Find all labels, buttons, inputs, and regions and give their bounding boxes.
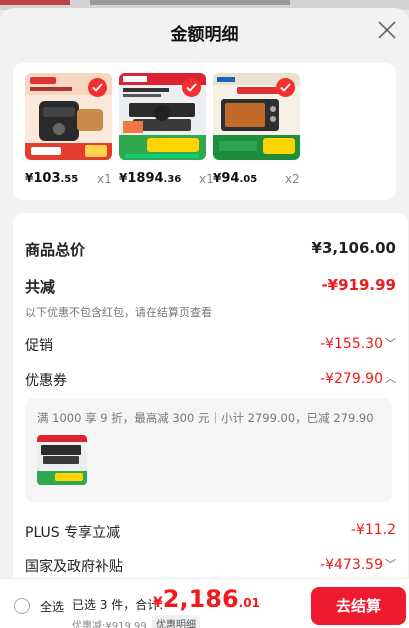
chevron-down-icon: ﹀ — [385, 558, 396, 571]
checkout-bar: 全选 已选 3 件，合计: ¥2,186.01 优惠减:¥919.99 优惠明细… — [0, 578, 409, 628]
product-list: ¥103.55 x1 ¥1894.36 x1 ¥94.05 x2 — [13, 63, 396, 200]
select-all-radio[interactable] — [14, 598, 30, 614]
promo-label: 促销 — [25, 338, 53, 354]
range-hood-product-image — [119, 73, 206, 160]
goods-total-value: ¥3,106.00 — [311, 239, 396, 257]
coupon-value: -¥279.90 ︿ — [320, 371, 396, 387]
discount-detail-button[interactable]: 优惠明细 — [152, 615, 200, 628]
selected-check-icon[interactable] — [276, 78, 295, 97]
product-quantity: x1 — [97, 172, 112, 186]
select-all-label[interactable]: 全选 — [40, 598, 64, 615]
product-item[interactable]: ¥94.05 x2 — [213, 73, 301, 186]
chevron-down-icon: ﹀ — [385, 337, 396, 350]
total-discount-value: -¥919.99 — [321, 276, 396, 294]
selected-check-icon[interactable] — [88, 78, 107, 97]
plus-discount-value: -¥11.2 — [350, 522, 396, 538]
chevron-up-icon: ︿ — [385, 372, 396, 385]
total-discount-label: 共减 — [25, 278, 56, 296]
price-summary: 商品总价 ¥3,106.00 共减 -¥919.99 以下优惠不包含红包，请在结… — [13, 213, 408, 585]
checkout-button[interactable]: 去结算 — [311, 587, 406, 625]
background-strip — [90, 0, 290, 5]
air-fryer-product-image — [25, 73, 112, 160]
background-strip — [0, 0, 70, 5]
product-item[interactable]: ¥1894.36 x1 — [119, 73, 214, 186]
product-quantity: x1 — [199, 172, 214, 186]
coupon-detail-text: 满 1000 享 9 折，最高减 300 元｜小计 2799.00，已减 279… — [37, 411, 374, 425]
page-title: 金额明细 — [170, 25, 239, 45]
sheet-header: 金额明细 — [0, 8, 409, 54]
plus-discount-label: PLUS 专享立减 — [25, 525, 121, 541]
goods-total-label: 商品总价 — [25, 241, 86, 259]
product-price: ¥103.55 — [25, 171, 79, 186]
product-price: ¥94.05 — [213, 171, 258, 186]
product-item[interactable]: ¥103.55 x1 — [25, 73, 113, 186]
gov-subsidy-value: -¥473.59 ﹀ — [320, 557, 396, 573]
close-icon[interactable] — [375, 18, 399, 42]
coupon-label: 优惠券 — [25, 373, 67, 389]
selected-count: 已选 3 件，合计: — [72, 598, 164, 612]
product-price: ¥1894.36 — [119, 171, 182, 186]
discount-summary: 优惠减:¥919.99 — [72, 621, 147, 628]
product-quantity: x2 — [285, 172, 300, 186]
amount-detail-sheet: 金额明细 ¥103.55 x1 ¥1894.36 x1 ¥94.05 x2 商品… — [0, 8, 409, 628]
coupon-detail-box: 满 1000 享 9 折，最高减 300 元｜小计 2799.00，已减 279… — [25, 398, 392, 502]
total-price: ¥2,186.01 — [153, 585, 260, 613]
selected-check-icon[interactable] — [182, 78, 201, 97]
gov-subsidy-label: 国家及政府补贴 — [25, 559, 123, 575]
oven-product-image — [213, 73, 300, 160]
promo-value: -¥155.30 ﹀ — [320, 336, 396, 352]
range-hood-product-image — [37, 435, 87, 485]
discount-note: 以下优惠不包含红包，请在结算页查看 — [25, 306, 212, 319]
